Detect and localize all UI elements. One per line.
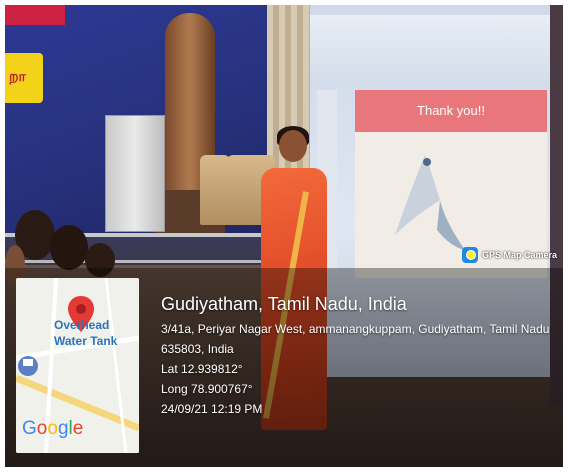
latitude: Lat 12.939812°	[161, 362, 243, 376]
google-logo-letter: e	[72, 418, 84, 439]
bird-illustration	[395, 155, 465, 250]
yellow-sign-text: றா	[9, 68, 26, 84]
projected-toolbar	[310, 15, 555, 85]
audience-member	[50, 225, 88, 270]
map-place-label: Overhead	[54, 318, 110, 332]
location-info: Gudiyatham, Tamil Nadu, India 3/41a, Per…	[161, 293, 549, 419]
google-logo-letter: G	[22, 418, 37, 439]
banner-red-strip	[5, 5, 65, 25]
google-logo-letter: g	[57, 418, 69, 439]
gps-map-camera-icon	[462, 247, 478, 263]
gps-map-camera-badge: GPS Map Camera	[462, 247, 557, 263]
address-line: 635803, India	[161, 342, 234, 356]
air-conditioner	[105, 115, 165, 232]
slide-heading: Thank you!!	[355, 90, 547, 132]
longitude: Long 78.900767°	[161, 382, 253, 396]
google-logo: Google	[22, 418, 83, 440]
address-line: 3/41a, Periyar Nagar West, ammanangkuppa…	[161, 322, 550, 336]
map-place-label: Water Tank	[54, 334, 118, 348]
yellow-sign: றா	[5, 53, 43, 103]
chair	[200, 155, 230, 225]
location-title: Gudiyatham, Tamil Nadu, India	[161, 294, 407, 314]
presenter-head	[279, 130, 307, 162]
timestamp: 24/09/21 12:19 PM	[161, 402, 263, 416]
gps-badge-label: GPS Map Camera	[482, 250, 558, 260]
google-logo-letter: o	[47, 418, 58, 439]
google-logo-letter: o	[36, 418, 48, 439]
